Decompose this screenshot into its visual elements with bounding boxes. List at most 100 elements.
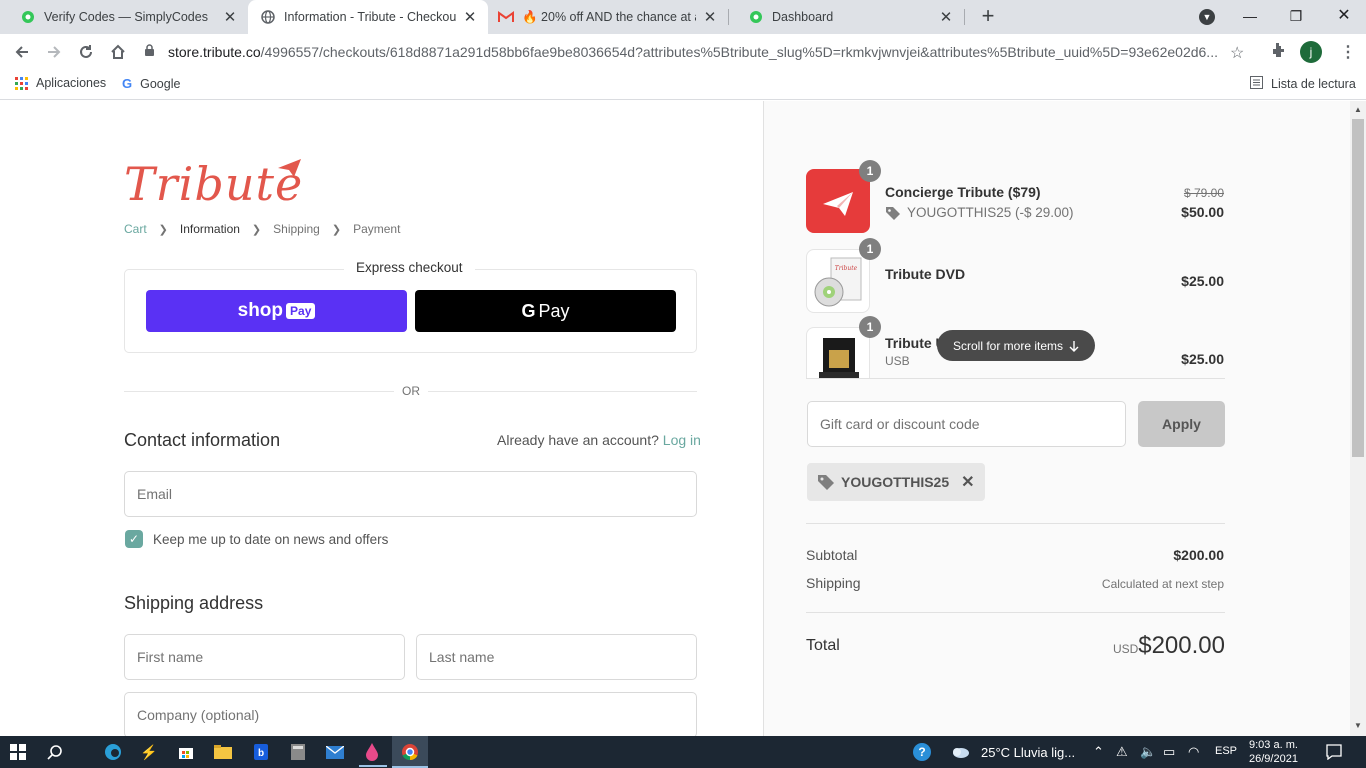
google-pay-button[interactable]: G Pay [415, 290, 676, 332]
bookmark-star-icon[interactable]: ☆ [1230, 43, 1244, 63]
tab-title: 🔥 20% off AND the chance at a [522, 9, 696, 24]
scroll-more-items-button[interactable]: Scroll for more items [937, 330, 1095, 361]
close-icon[interactable]: ✕ [938, 9, 954, 26]
simplycodes-icon [20, 9, 36, 25]
last-name-field[interactable]: Last name [416, 634, 697, 680]
bookmark-label: Google [140, 76, 181, 91]
tag-icon [818, 475, 834, 490]
store-icon[interactable] [176, 742, 196, 762]
tribute-logo[interactable]: Tribute [124, 157, 303, 211]
google-g-icon: G [521, 300, 536, 321]
weather-cloud-icon[interactable] [950, 742, 970, 762]
discount-code-input[interactable]: Gift card or discount code [807, 401, 1126, 447]
bookmark-google[interactable]: G Google [122, 76, 180, 91]
paper-plane-icon [823, 192, 853, 216]
item-discount-text: YOUGOTTHIS25 (-$ 29.00) [907, 205, 1074, 220]
forward-arrow-icon [48, 46, 61, 58]
lightning-app-icon[interactable]: ⚡ [139, 742, 159, 762]
scroll-up-icon[interactable]: ▲ [1354, 105, 1362, 114]
address-bar[interactable]: store.tribute.co/4996557/checkouts/618d8… [142, 38, 1260, 66]
remove-discount-icon[interactable]: ✕ [961, 472, 974, 492]
chrome-icon[interactable] [400, 742, 420, 762]
minimize-button[interactable]: — [1238, 4, 1262, 28]
close-icon[interactable]: ✕ [462, 9, 478, 26]
color-drop-icon[interactable] [362, 742, 382, 762]
reload-button[interactable] [74, 40, 98, 64]
close-icon[interactable]: ✕ [222, 9, 238, 26]
account-prompt: Already have an account? Log in [497, 432, 701, 448]
item-name: Tribute DVD [885, 266, 966, 282]
reading-list-label: Lista de lectura [1271, 77, 1356, 91]
item-original-price: $ 79.00 [1183, 186, 1224, 200]
first-name-field[interactable]: First name [124, 634, 405, 680]
quantity-badge: 1 [859, 160, 881, 182]
newsletter-checkbox[interactable]: ✓ [125, 530, 143, 548]
clock-date: 26/9/2021 [1249, 753, 1298, 765]
notifications-icon[interactable] [1324, 742, 1344, 762]
bitwarden-icon[interactable]: b [251, 742, 271, 762]
file-explorer-icon[interactable] [213, 742, 233, 762]
item-price: $25.00 [1181, 351, 1224, 367]
scrollbar-thumb[interactable] [1352, 119, 1364, 457]
or-label: OR [394, 384, 428, 398]
home-button[interactable] [106, 40, 130, 64]
back-button[interactable] [10, 40, 34, 64]
paper-plane-icon [278, 159, 301, 177]
restore-button[interactable]: ❐ [1284, 4, 1308, 28]
battery-icon[interactable]: ▭ [1163, 744, 1175, 760]
calculator-icon[interactable] [288, 742, 308, 762]
arrow-down-icon [1069, 340, 1079, 352]
dvd-icon: Tribute [814, 257, 862, 307]
breadcrumb-information: Information [179, 222, 240, 236]
newsletter-label: Keep me up to date on news and offers [153, 532, 389, 547]
tab-gmail[interactable]: 🔥 20% off AND the chance at a ✕ [488, 0, 728, 34]
google-pay-label: Pay [538, 300, 570, 321]
language-indicator[interactable]: ESP [1215, 745, 1237, 757]
chevron-right-icon: ❯ [331, 223, 342, 236]
forward-button[interactable] [42, 40, 66, 64]
volume-icon[interactable]: 🔈 [1140, 744, 1156, 760]
profile-avatar[interactable]: j [1300, 41, 1322, 63]
applied-discount-tag: YOUGOTTHIS25 ✕ [807, 463, 985, 501]
network-warning-icon[interactable]: ⚠ [1116, 744, 1128, 760]
extensions-icon[interactable] [1270, 42, 1286, 63]
system-clock[interactable]: 9:03 a. m. 26/9/2021 [1249, 738, 1298, 766]
tab-search-icon[interactable]: ▼ [1199, 9, 1215, 25]
email-field[interactable]: Email [124, 471, 697, 517]
login-link[interactable]: Log in [663, 432, 701, 448]
reading-list-button[interactable]: Lista de lectura [1250, 76, 1356, 92]
scroll-down-icon[interactable]: ▼ [1354, 721, 1362, 730]
bookmarks-bar: Aplicaciones G Google Lista de lectura [0, 70, 1366, 100]
bookmark-apps[interactable]: Aplicaciones [15, 76, 106, 90]
shipping-value: Calculated at next step [1101, 577, 1224, 591]
mail-icon[interactable] [325, 742, 345, 762]
tab-checkout[interactable]: Information - Tribute - Checkout ✕ [248, 0, 488, 34]
help-icon[interactable]: ? [912, 742, 932, 762]
menu-kebab-icon[interactable]: ⋮ [1340, 42, 1356, 62]
svg-text:Tribute: Tribute [835, 265, 858, 272]
search-icon[interactable] [45, 742, 65, 762]
apps-grid-icon [15, 76, 28, 90]
scroll-hint-text: Scroll for more items [952, 338, 1064, 353]
close-icon[interactable]: ✕ [702, 9, 718, 26]
home-icon [111, 44, 125, 59]
reading-list-icon [1250, 76, 1263, 92]
shop-pay-button[interactable]: shop Pay [146, 290, 407, 332]
company-field[interactable]: Company (optional) [124, 692, 697, 736]
running-indicator [359, 765, 387, 767]
edge-icon[interactable] [103, 742, 123, 762]
window-close-button[interactable]: ✕ [1332, 4, 1356, 28]
wifi-icon[interactable]: ◠ [1188, 744, 1199, 760]
express-checkout-title: Express checkout [344, 260, 475, 275]
lock-icon[interactable] [144, 44, 158, 60]
breadcrumb-cart[interactable]: Cart [124, 222, 147, 236]
tab-simplycodes[interactable]: Verify Codes — SimplyCodes ✕ [0, 0, 248, 34]
page-scrollbar[interactable]: ▲ ▼ [1350, 101, 1366, 736]
tray-chevron-up-icon[interactable]: ⌃ [1093, 744, 1104, 760]
weather-text[interactable]: 25°C Lluvia lig... [981, 745, 1075, 760]
apply-button[interactable]: Apply [1138, 401, 1225, 447]
breadcrumb: Cart ❯ Information ❯ Shipping ❯ Payment [124, 222, 400, 236]
windows-start-icon[interactable] [8, 742, 28, 762]
tab-dashboard[interactable]: Dashboard ✕ [728, 0, 964, 34]
new-tab-button[interactable]: + [976, 5, 1000, 29]
